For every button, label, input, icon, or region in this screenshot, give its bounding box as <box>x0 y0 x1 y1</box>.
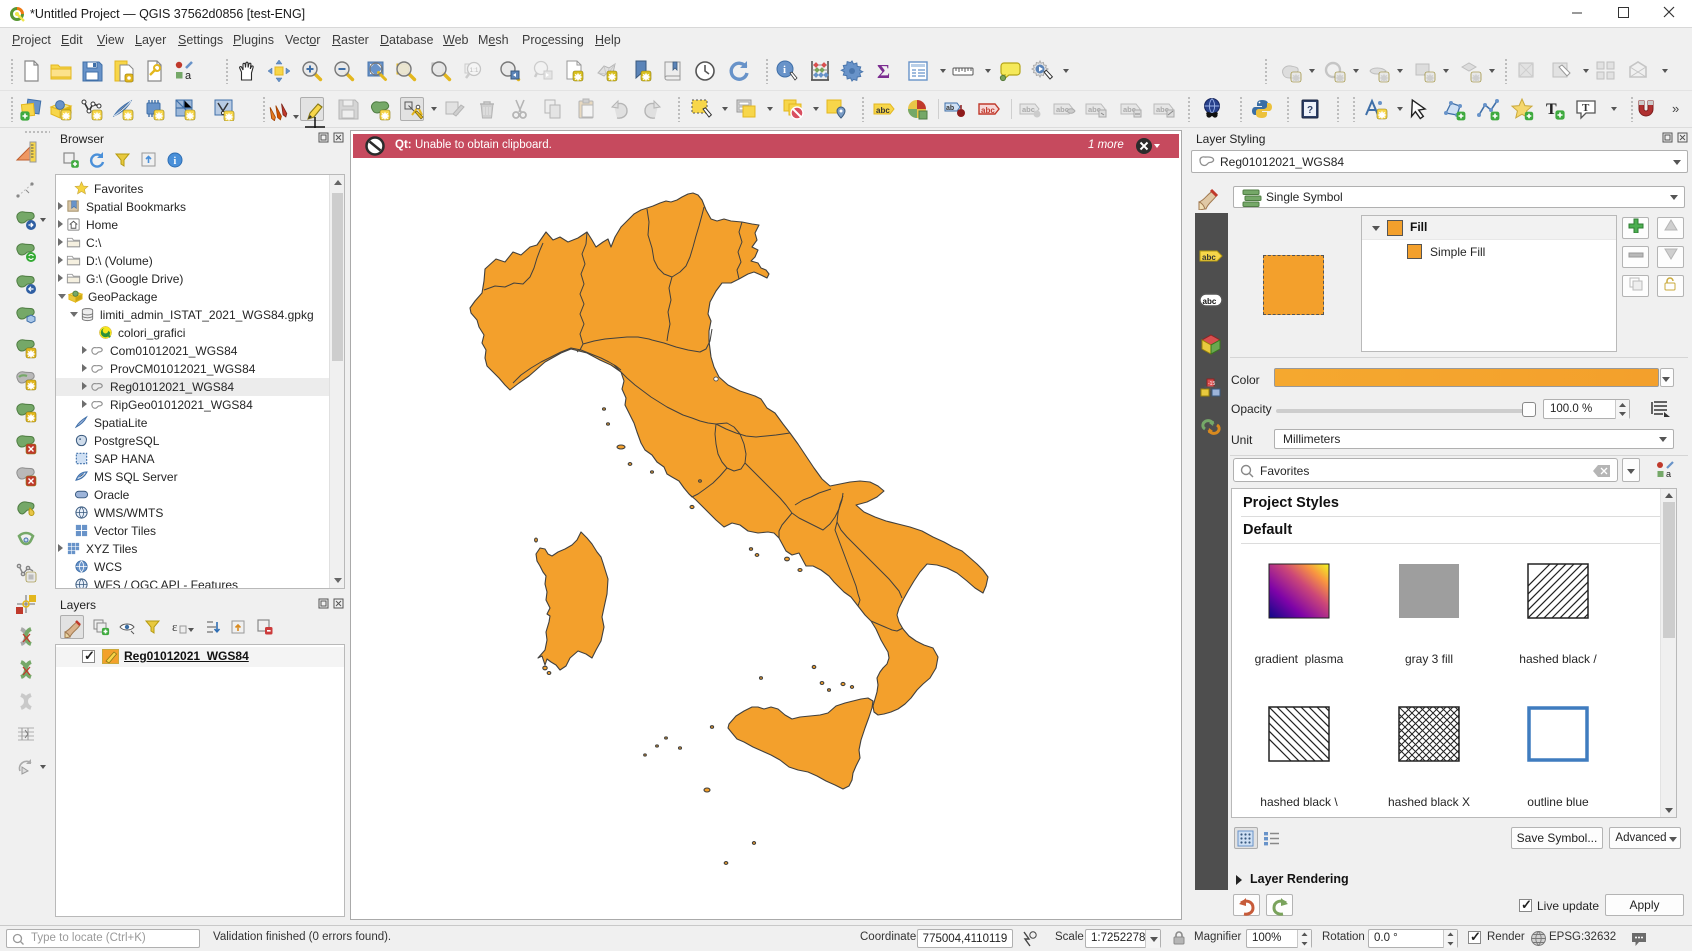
svg-text:?: ? <box>1307 105 1313 116</box>
svg-text:1:1: 1:1 <box>470 67 479 74</box>
svg-text:T: T <box>1582 102 1590 114</box>
svg-text:i: i <box>783 64 786 76</box>
svg-text:ε: ε <box>172 619 178 634</box>
svg-text:abc: abc <box>1022 105 1035 114</box>
svg-text:abc: abc <box>876 106 890 115</box>
svg-text:-15: -15 <box>1208 381 1215 387</box>
svg-text:abc: abc <box>1203 297 1217 306</box>
svg-text:a: a <box>185 70 192 82</box>
svg-text:abc: abc <box>1056 105 1069 114</box>
svg-text:i: i <box>174 156 177 167</box>
svg-text:ab: ab <box>946 105 954 112</box>
svg-text:Σ: Σ <box>877 61 890 83</box>
svg-text:abc: abc <box>981 106 995 115</box>
svg-text:T: T <box>1546 101 1557 118</box>
svg-text:a: a <box>1666 469 1671 479</box>
svg-text:abc: abc <box>1202 253 1216 262</box>
